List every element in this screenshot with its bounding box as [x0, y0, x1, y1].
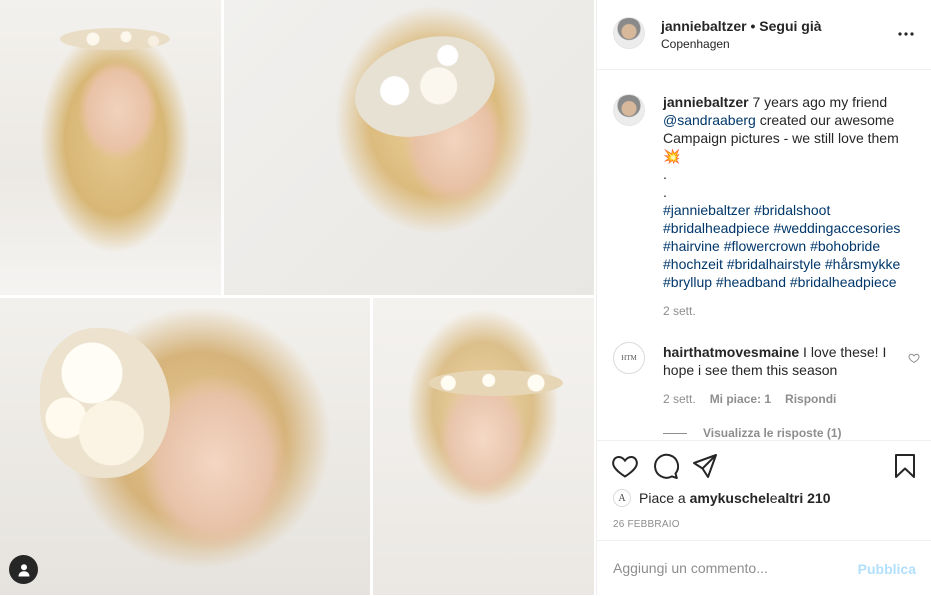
heart-icon[interactable] [611, 452, 639, 480]
likes-prefix: Piace a [639, 490, 686, 506]
more-options-button[interactable] [894, 24, 918, 44]
follow-status[interactable]: Segui già [759, 18, 821, 34]
caption-avatar[interactable] [613, 94, 645, 126]
comment-timestamp[interactable]: 2 sett. [663, 392, 696, 406]
caption-username[interactable]: janniebaltzer [663, 94, 749, 110]
collision-emoji: 💥 [663, 148, 681, 164]
hashtags[interactable]: #janniebaltzer #bridalshoot #bridalheadp… [663, 202, 900, 290]
likes-others[interactable]: altri 210 [778, 490, 831, 506]
post-image[interactable] [0, 0, 596, 595]
replies-divider [663, 432, 687, 434]
bookmark-icon[interactable] [891, 452, 919, 480]
post-date[interactable]: 26 febbraio [613, 519, 680, 530]
liker-avatar[interactable]: A [613, 489, 631, 507]
mention-link[interactable]: @sandraaberg [663, 112, 756, 128]
caption-dot: . [663, 184, 667, 200]
view-replies-label: Visualizza le risposte (1) [703, 426, 842, 440]
username-link[interactable]: janniebaltzer [661, 18, 747, 34]
heart-icon[interactable] [908, 352, 920, 364]
publish-button[interactable]: Pubblica [858, 561, 916, 577]
caption-dot: . [663, 166, 667, 182]
tagged-users-button[interactable] [9, 555, 38, 584]
comment-input[interactable] [613, 555, 853, 581]
liker-username[interactable]: amykuschel [690, 490, 770, 506]
comment: hairthatmovesmaine I love these! I hope … [663, 343, 895, 379]
avatar[interactable] [613, 17, 645, 49]
view-replies-button[interactable]: Visualizza le risposte (1) [663, 426, 842, 440]
photo-4 [373, 298, 594, 595]
more-horizontal-icon [898, 32, 914, 36]
reply-button[interactable]: Rispondi [785, 392, 836, 406]
likes-middle: e [769, 490, 778, 506]
comments-list[interactable]: janniebaltzer 7 years ago my friend @san… [597, 70, 931, 440]
caption: janniebaltzer 7 years ago my friend @san… [663, 93, 919, 291]
caption-text: 7 years ago my friend [748, 94, 888, 110]
comment-meta: 2 sett. Mi piace: 1 Rispondi [663, 392, 850, 406]
comment-form: Pubblica [597, 540, 931, 596]
photo-3 [0, 298, 370, 595]
post-sidebar: janniebaltzer • Segui già Copenhagen jan… [596, 0, 931, 595]
photo-2 [224, 0, 594, 295]
likes-summary: A Piace a amykuschel e altri 210 [613, 489, 831, 507]
comment-username[interactable]: hairthatmovesmaine [663, 344, 799, 360]
comment-icon[interactable] [651, 452, 679, 480]
location-link[interactable]: Copenhagen [661, 37, 730, 51]
send-icon[interactable] [691, 452, 719, 480]
comment-likes[interactable]: Mi piace: 1 [710, 392, 771, 406]
comment-avatar[interactable]: HTM [613, 342, 645, 374]
caption-timestamp[interactable]: 2 sett. [663, 304, 696, 318]
separator: • [746, 18, 760, 34]
post-header: janniebaltzer • Segui già Copenhagen [597, 0, 931, 70]
headband [60, 28, 170, 50]
post-actions: A Piace a amykuschel e altri 210 26 febb… [597, 440, 931, 541]
user-icon [18, 563, 29, 576]
leaf-crown [428, 370, 563, 396]
photo-1 [0, 0, 221, 295]
